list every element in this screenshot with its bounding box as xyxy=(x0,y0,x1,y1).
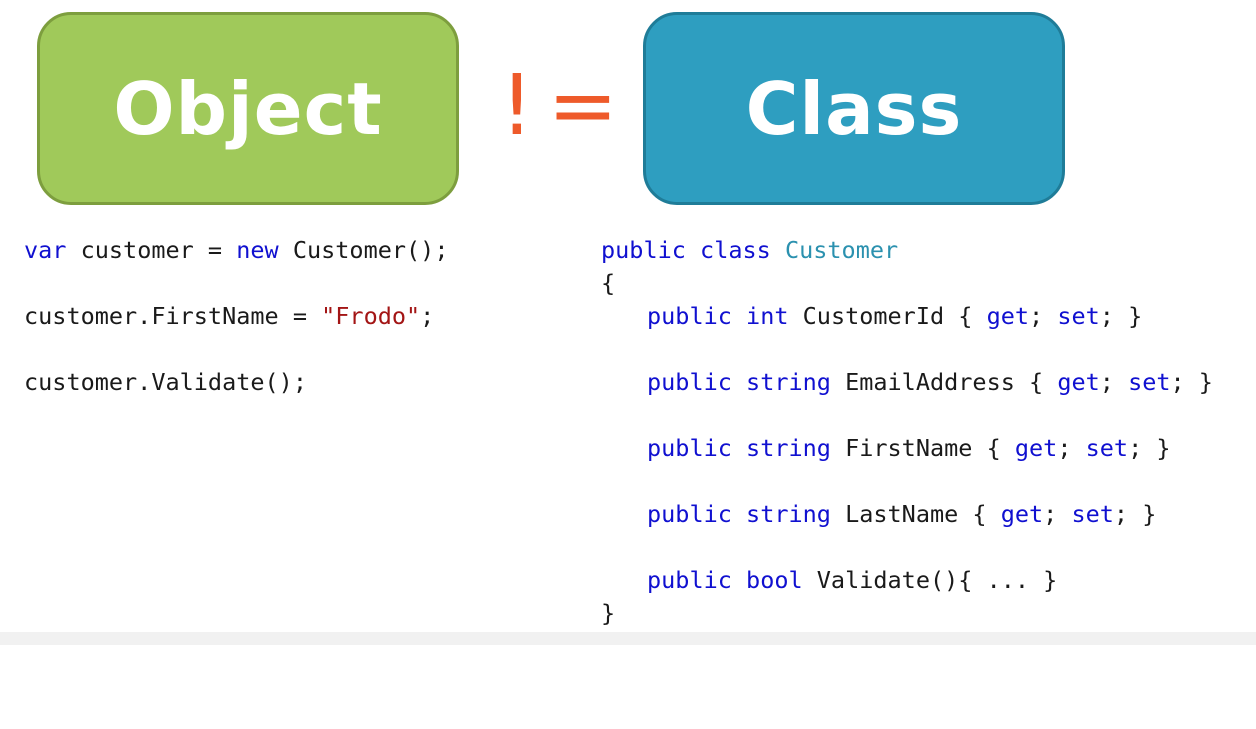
code-text: ; xyxy=(1029,302,1058,330)
keyword: string xyxy=(746,434,831,462)
code-text: CustomerId { xyxy=(788,302,987,330)
object-label: Object xyxy=(113,66,383,151)
keyword: public xyxy=(647,368,732,396)
class-code-block: public class Customer { public int Custo… xyxy=(601,234,1251,634)
code-text: ; xyxy=(1099,368,1129,396)
code-text: ; } xyxy=(1099,302,1143,330)
code-line-member: public string LastName { get; set; } xyxy=(647,498,1156,531)
object-box: Object xyxy=(37,12,459,205)
code-text: ; xyxy=(1057,434,1086,462)
code-text: LastName { xyxy=(830,500,1001,528)
code-text: customer = xyxy=(66,236,237,264)
code-text: ; xyxy=(1043,500,1072,528)
keyword: public xyxy=(647,302,732,330)
class-box: Class xyxy=(643,12,1065,205)
code-text: Customer(); xyxy=(278,236,449,264)
string-literal: "Frodo" xyxy=(321,302,421,330)
code-text: Validate(){ ... } xyxy=(802,566,1058,594)
keyword: set xyxy=(1071,500,1114,528)
code-line-class-declaration: public class Customer xyxy=(601,234,898,267)
code-text: ; } xyxy=(1113,500,1157,528)
code-line-member: public string EmailAddress { get; set; } xyxy=(647,366,1213,399)
keyword: set xyxy=(1057,302,1100,330)
keyword: class xyxy=(700,236,771,264)
code-text: EmailAddress { xyxy=(830,368,1058,396)
keyword: public xyxy=(647,500,732,528)
not-equal-operator: != xyxy=(500,56,633,154)
keyword: public xyxy=(601,236,686,264)
code-text: customer.FirstName = xyxy=(24,302,322,330)
keyword: public xyxy=(647,434,732,462)
keyword: int xyxy=(746,302,789,330)
code-line-member: public bool Validate(){ ... } xyxy=(647,564,1057,597)
keyword: public xyxy=(647,566,732,594)
code-line-set-firstname: customer.FirstName = "Frodo"; xyxy=(24,300,434,333)
code-line-member: public int CustomerId { get; set; } xyxy=(647,300,1142,333)
keyword: get xyxy=(1000,500,1044,528)
code-open-brace: { xyxy=(601,269,616,297)
class-label: Class xyxy=(745,66,963,151)
code-line-validate-call: customer.Validate(); xyxy=(24,366,307,399)
keyword: new xyxy=(236,236,279,264)
keyword: get xyxy=(986,302,1030,330)
code-text: ; } xyxy=(1170,368,1213,396)
type-name: Customer xyxy=(784,236,899,264)
keyword: var xyxy=(24,236,67,264)
object-code-block: var customer = new Customer(); customer.… xyxy=(24,234,564,414)
keyword: string xyxy=(746,368,831,396)
code-close-brace: } xyxy=(601,599,616,627)
code-text: ; xyxy=(420,302,435,330)
code-text: FirstName { xyxy=(830,434,1015,462)
keyword: get xyxy=(1057,368,1100,396)
code-text: ; } xyxy=(1128,434,1171,462)
keyword: bool xyxy=(746,566,803,594)
keyword: set xyxy=(1085,434,1129,462)
keyword: get xyxy=(1014,434,1058,462)
code-line-object-instantiation: var customer = new Customer(); xyxy=(24,234,448,267)
bottom-bar xyxy=(0,632,1256,645)
code-line-member: public string FirstName { get; set; } xyxy=(647,432,1171,465)
keyword: set xyxy=(1128,368,1171,396)
keyword: string xyxy=(746,500,831,528)
code-text: customer.Validate(); xyxy=(24,368,307,396)
